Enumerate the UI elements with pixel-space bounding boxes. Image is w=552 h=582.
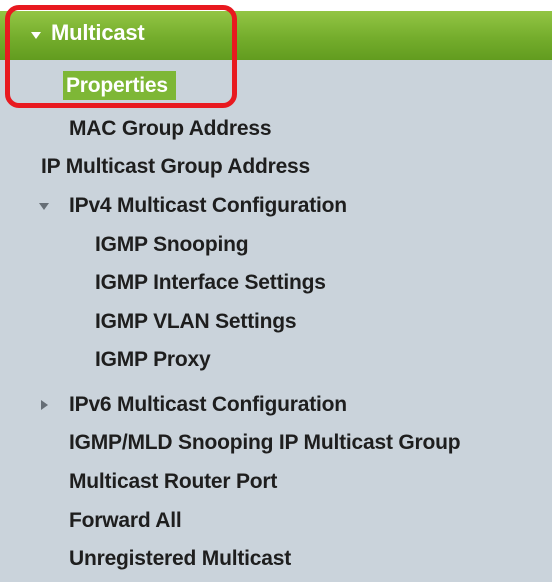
menu-item-igmp-vlan-settings[interactable]: IGMP VLAN Settings <box>95 309 297 335</box>
expand-arrow-icon[interactable] <box>39 203 49 210</box>
expanded-arrow-icon[interactable] <box>31 32 41 39</box>
menu-item-ip-multicast-group-address[interactable]: IP Multicast Group Address <box>41 154 310 180</box>
menu-item-igmp-snooping[interactable]: IGMP Snooping <box>95 232 249 258</box>
menu-item-multicast-router-port[interactable]: Multicast Router Port <box>69 469 277 495</box>
section-title[interactable]: Multicast <box>51 20 145 46</box>
menu-item-igmp-mld-snooping-ip-multicast-group[interactable]: IGMP/MLD Snooping IP Multicast Group <box>69 430 461 456</box>
menu-item-igmp-proxy[interactable]: IGMP Proxy <box>95 347 211 373</box>
menu-item-unregistered-multicast[interactable]: Unregistered Multicast <box>69 546 291 572</box>
menu-item-igmp-interface-settings[interactable]: IGMP Interface Settings <box>95 270 326 296</box>
menu-item-properties[interactable]: Properties <box>63 71 176 100</box>
menu-item-forward-all[interactable]: Forward All <box>69 508 182 534</box>
menu-item-ipv6-multicast-configuration[interactable]: IPv6 Multicast Configuration <box>69 392 347 418</box>
multicast-navigation-menu: Multicast Properties MAC Group Address I… <box>0 0 552 582</box>
collapsed-arrow-icon[interactable] <box>41 400 48 410</box>
menu-item-ipv4-multicast-configuration[interactable]: IPv4 Multicast Configuration <box>69 193 347 219</box>
multicast-section-header[interactable]: Multicast <box>0 11 552 60</box>
menu-item-mac-group-address[interactable]: MAC Group Address <box>69 116 272 142</box>
